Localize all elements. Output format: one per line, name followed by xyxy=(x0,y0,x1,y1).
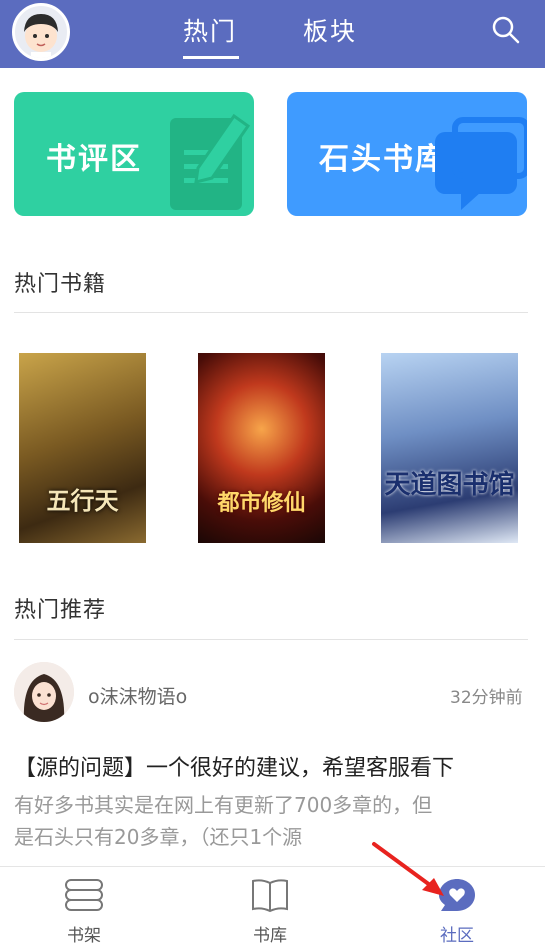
post-title[interactable]: 【源的问题】一个很好的建议，希望客服看下 xyxy=(14,750,454,782)
bookshelf-icon xyxy=(65,879,103,911)
tab-hot[interactable]: 热门 xyxy=(183,12,237,48)
bottom-navigation: 书架 书库 社区 xyxy=(0,866,545,946)
post-username[interactable]: o沫沫物语o xyxy=(88,682,187,709)
document-pencil-icon xyxy=(170,113,251,210)
search-button[interactable] xyxy=(490,14,522,46)
tab-board[interactable]: 板块 xyxy=(303,12,357,48)
nav-bookshelf[interactable]: 书架 xyxy=(24,867,144,946)
girl-avatar-icon xyxy=(14,662,74,722)
hot-books-title: 热门书籍 xyxy=(14,272,107,297)
book-cover-title: 都市修仙 xyxy=(217,491,306,516)
stone-library-card[interactable]: 石头书库 xyxy=(287,92,527,216)
post-author-avatar[interactable] xyxy=(14,662,74,722)
book-cover[interactable]: 天道图书馆 xyxy=(381,353,518,543)
nav-library-label: 书库 xyxy=(253,926,287,946)
chat-bubble-icon xyxy=(435,117,527,210)
book-cover[interactable]: 都市修仙 xyxy=(198,353,325,543)
heart-chat-icon xyxy=(439,879,475,911)
open-book-icon xyxy=(252,879,288,913)
post-excerpt[interactable]: 有好多书其实是在网上有更新了700多章的，但是石头只有20多章，（还只1个源 xyxy=(14,789,434,864)
nav-library[interactable]: 书库 xyxy=(210,867,330,946)
nav-community-label: 社区 xyxy=(440,926,474,946)
book-review-label: 书评区 xyxy=(46,142,142,177)
active-tab-indicator xyxy=(183,56,239,59)
avatar-face-icon xyxy=(24,14,58,58)
section-divider xyxy=(14,312,528,313)
book-cover[interactable]: 五行天 xyxy=(19,353,146,543)
user-avatar[interactable] xyxy=(12,3,70,61)
hot-recommend-title: 热门推荐 xyxy=(14,598,107,623)
nav-bookshelf-label: 书架 xyxy=(67,926,101,946)
book-review-card[interactable]: 书评区 xyxy=(14,92,254,216)
nav-community[interactable]: 社区 xyxy=(397,867,517,946)
section-divider xyxy=(14,639,528,640)
book-cover-title: 五行天 xyxy=(46,487,119,515)
top-header: 热门 板块 xyxy=(0,0,545,68)
book-cover-title: 天道图书馆 xyxy=(384,470,515,500)
post-timestamp: 32分钟前 xyxy=(450,688,523,708)
search-icon xyxy=(492,16,520,44)
